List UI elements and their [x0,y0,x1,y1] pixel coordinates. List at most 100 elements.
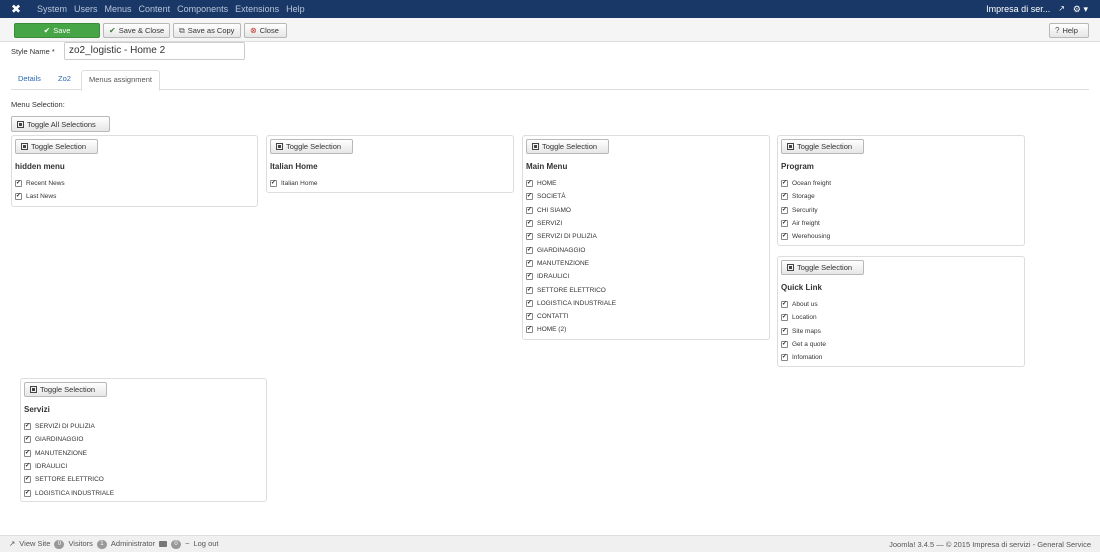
menu-item-checkbox[interactable]: ✓ [526,246,533,254]
menu-content[interactable]: Content [139,3,171,15]
menu-item: ✓ Ocean freight [781,177,831,190]
menu-item-checkbox[interactable]: ✓ [24,463,31,471]
menu-item: ✓ Air freight [781,217,831,230]
menu-item-checkbox[interactable]: ✓ [526,299,533,307]
toggle-selection-button[interactable]: Toggle Selection [270,139,353,154]
toggle-selection-button[interactable]: Toggle Selection [15,139,98,154]
menu-item-label: MANUTENZIONE [35,449,87,457]
menu-item-checkbox[interactable]: ✓ [270,180,277,188]
menu-item-checkbox[interactable]: ✓ [526,286,533,294]
tab-zo2[interactable]: Zo2 [51,70,78,90]
menu-item-checkbox[interactable]: ✓ [24,449,31,457]
menu-item-checkbox[interactable]: ✓ [781,327,788,335]
menu-item: ✓ SERVIZI DI PULIZIA [526,230,616,243]
menu-item-checkbox[interactable]: ✓ [15,180,22,188]
toggle-icon [787,264,794,271]
menu-help[interactable]: Help [286,3,305,15]
joomla-logo-icon[interactable]: ✖ [10,3,22,15]
copyright: Joomla! 3.4.5 — © 2015 Impresa di serviz… [889,540,1091,549]
save-as-copy-button[interactable]: ⧉ Save as Copy [173,23,241,38]
menu-item-checkbox[interactable]: ✓ [781,193,788,201]
menu-item-checkbox[interactable]: ✓ [781,180,788,188]
messages-count-badge: 0 [171,539,182,549]
menu-item: ✓ Storage [781,190,831,203]
menu-item-checkbox[interactable]: ✓ [24,476,31,484]
menu-item-checkbox[interactable]: ✓ [781,233,788,241]
site-name-link[interactable]: Impresa di ser... [986,3,1050,15]
menu-users[interactable]: Users [74,3,98,15]
question-icon: ? [1055,26,1060,35]
menu-item-checkbox[interactable]: ✓ [24,423,31,431]
view-site-link[interactable]: View Site [19,539,50,549]
menu-item-checkbox[interactable]: ✓ [24,489,31,497]
menu-panel-title: Program [781,162,814,171]
toggle-selection-button[interactable]: Toggle Selection [24,382,107,397]
menu-item-checkbox[interactable]: ✓ [526,206,533,214]
menu-panel-title: Quick Link [781,283,822,292]
menu-item-checkbox[interactable]: ✓ [781,314,788,322]
help-button[interactable]: ? Help [1049,23,1089,38]
toggle-all-selections-button[interactable]: Toggle All Selections [11,116,110,132]
menu-item-label: Site maps [792,327,821,335]
toggle-icon [532,143,539,150]
menu-item-label: SOCIETÀ [537,193,566,201]
menu-item-checkbox[interactable]: ✓ [781,206,788,214]
style-name-input[interactable]: zo2_logistic - Home 2 [64,42,245,60]
save-close-button[interactable]: ✔ Save & Close [103,23,170,38]
menu-item: ✓ SOCIETÀ [526,190,616,203]
menu-menus[interactable]: Menus [105,3,132,15]
menu-item: ✓ Last News [15,190,65,203]
menu-item-checkbox[interactable]: ✓ [781,220,788,228]
menu-item-checkbox[interactable]: ✓ [526,273,533,281]
menu-item-label: SETTORE ELETTRICO [35,476,104,484]
mail-icon [159,541,168,547]
menu-item-checkbox[interactable]: ✓ [526,193,533,201]
toggle-selection-button[interactable]: Toggle Selection [781,260,864,275]
tab-details[interactable]: Details [11,70,48,90]
menu-item-checkbox[interactable]: ✓ [15,193,22,201]
toggle-icon [276,143,283,150]
menu-components[interactable]: Components [177,3,228,15]
menu-item-checkbox[interactable]: ✓ [781,341,788,349]
menu-item-list: ✓ About us ✓ Location ✓ Site maps ✓ Get a quote… [781,298,826,364]
menu-panel-title: hidden menu [15,162,65,171]
menu-item-label: Werehousing [792,233,831,241]
menu-item-checkbox[interactable]: ✓ [781,354,788,362]
logout-link[interactable]: Log out [193,539,218,549]
menu-extensions[interactable]: Extensions [235,3,279,15]
menu-item-checkbox[interactable]: ✓ [24,436,31,444]
menu-item: ✓ CONTATTI [526,310,616,323]
menu-item: ✓ MANUTENZIONE [526,257,616,270]
menu-item: ✓ SETTORE ELETTRICO [24,473,114,486]
menu-item-label: GIARDINAGGIO [35,436,84,444]
top-navbar: ✖ System Users Menus Content Components … [0,0,1100,18]
menu-item-checkbox[interactable]: ✓ [526,259,533,267]
toggle-icon [30,386,37,393]
menu-item-label: Air freight [792,220,820,228]
tab-menus-assignment[interactable]: Menus assignment [81,70,160,91]
logout-icon: − [185,539,190,548]
menu-item: ✓ HOME (2) [526,323,616,336]
close-button[interactable]: ⊗ Close [244,23,287,38]
menu-item-label: SETTORE ELETTRICO [537,286,606,294]
check-icon: ✔ [109,26,116,35]
menu-item-checkbox[interactable]: ✓ [526,180,533,188]
menu-item-checkbox[interactable]: ✓ [526,220,533,228]
menu-item: ✓ GIARDINAGGIO [526,243,616,256]
menu-item: ✓ Italian Home [270,177,318,190]
toggle-icon [17,120,24,128]
menu-item-checkbox[interactable]: ✓ [526,326,533,334]
menu-item-checkbox[interactable]: ✓ [526,233,533,241]
toggle-selection-button[interactable]: Toggle Selection [526,139,609,154]
menu-system[interactable]: System [37,3,67,15]
menu-item-label: HOME [537,180,557,188]
menu-item-label: IDRAULICI [35,463,68,471]
menu-item-checkbox[interactable]: ✓ [781,301,788,309]
toggle-icon [21,143,28,150]
menu-item-checkbox[interactable]: ✓ [526,313,533,321]
gear-icon[interactable]: ⚙ ▾ [1073,3,1088,15]
save-button[interactable]: ✔ Save [14,23,100,38]
toggle-selection-button[interactable]: Toggle Selection [781,139,864,154]
style-name-label: Style Name * [11,47,55,56]
menu-panel-quick-link: Toggle Selection Quick Link ✓ About us ✓ Loca… [777,256,1025,367]
